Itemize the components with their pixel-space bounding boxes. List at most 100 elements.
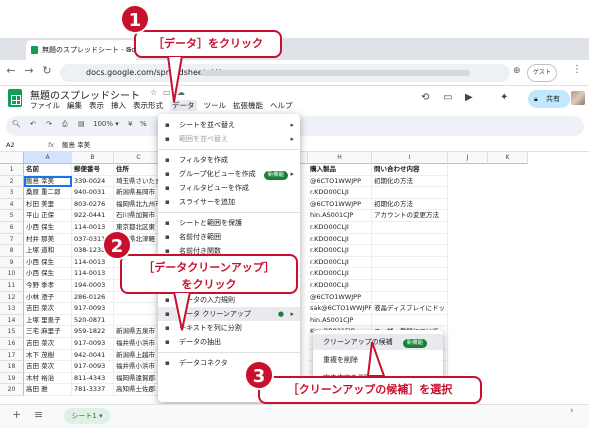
row-header[interactable]: 18 xyxy=(0,361,24,373)
column-header-B[interactable]: B xyxy=(72,152,114,164)
cell[interactable]: 803-0276 xyxy=(72,198,114,211)
cell[interactable]: 286-0126 xyxy=(72,291,114,304)
cell[interactable]: 購入製品 xyxy=(308,164,372,176)
data-menu-item[interactable]: ▪ フィルタを作成 xyxy=(158,153,300,167)
row-header[interactable]: 14 xyxy=(0,314,24,327)
cell[interactable]: 吉田 菜次 xyxy=(24,361,72,373)
data-menu-item[interactable]: ▪ データコネクタ xyxy=(158,356,300,370)
menu-9[interactable]: ヘルプ xyxy=(270,101,293,110)
forward-icon[interactable]: → xyxy=(22,64,36,77)
cell[interactable]: 922-0441 xyxy=(72,210,114,222)
cell[interactable]: 郵便番号 xyxy=(72,164,114,176)
cell[interactable]: hin.AS001CJP xyxy=(308,314,372,327)
name-box[interactable]: A2 xyxy=(6,138,15,152)
column-header-C[interactable]: C xyxy=(114,152,164,164)
cell[interactable]: 小西 保生 xyxy=(24,256,72,269)
guest-profile-button[interactable]: ゲスト xyxy=(527,64,557,82)
column-header-K[interactable]: K xyxy=(488,152,528,164)
sheets-logo-icon[interactable] xyxy=(8,89,22,107)
history-icon[interactable]: ⟲ xyxy=(421,92,429,103)
menu-2[interactable]: 編集 xyxy=(67,101,82,110)
search-menus-icon[interactable]: 🔍︎ xyxy=(12,120,21,128)
zoom-select[interactable]: 100% ▾ xyxy=(93,120,119,128)
cell[interactable]: 114-0013 xyxy=(72,268,114,280)
redo-icon[interactable]: ↷ xyxy=(46,120,52,128)
row-header[interactable]: 2 xyxy=(0,175,24,188)
row-header[interactable]: 7 xyxy=(0,233,24,246)
share-button[interactable]: 🔒︎ 共有 xyxy=(528,90,570,108)
menu-1[interactable]: ファイル xyxy=(30,101,60,110)
cell[interactable]: 今野 季孝 xyxy=(24,280,72,292)
cell[interactable]: r.KDO00CLJI xyxy=(308,187,372,199)
cell[interactable]: 917-0093 xyxy=(72,338,114,350)
browser-menu-icon[interactable]: ⋮ xyxy=(572,64,582,75)
cell[interactable]: @6CTO1WWJPP xyxy=(308,175,372,188)
meet-icon[interactable]: ▶ xyxy=(465,92,473,103)
cell[interactable]: 917-0093 xyxy=(72,303,114,315)
cell[interactable]: 917-0093 xyxy=(72,361,114,373)
cell[interactable]: 811-4343 xyxy=(72,372,114,385)
row-header[interactable]: 20 xyxy=(0,384,24,396)
cell[interactable] xyxy=(372,291,448,304)
row-header[interactable]: 16 xyxy=(0,338,24,350)
cell[interactable]: 小西 保生 xyxy=(24,222,72,234)
column-header-J[interactable]: J xyxy=(448,152,488,164)
cell[interactable]: @6CTO1WWJPP xyxy=(308,198,372,211)
cell[interactable]: 吉田 菜次 xyxy=(24,303,72,315)
cell[interactable]: 吉田 菜次 xyxy=(24,338,72,350)
cell[interactable]: 初期化の方法 xyxy=(372,198,448,211)
row-header[interactable]: 4 xyxy=(0,198,24,211)
menu-4[interactable]: 挿入 xyxy=(111,101,126,110)
cell[interactable]: 上塚 道和 xyxy=(24,245,72,257)
select-all-corner[interactable] xyxy=(0,152,24,164)
cell[interactable] xyxy=(372,314,448,327)
menu-3[interactable]: 表示 xyxy=(89,101,104,110)
currency-button[interactable]: ¥ xyxy=(128,120,132,128)
menu-7[interactable]: ツール xyxy=(204,101,227,110)
cell[interactable]: 問い合わせ内容 xyxy=(372,164,448,176)
cell[interactable]: 飯島 幸美 xyxy=(24,175,72,188)
paint-format-icon[interactable]: ▤ xyxy=(78,120,85,128)
cell[interactable]: 781-3337 xyxy=(72,384,114,396)
cell[interactable] xyxy=(372,280,448,292)
data-menu-item[interactable]: ▪ シートを並べ替え ▸ xyxy=(158,118,300,132)
cell[interactable]: sak@6CTO1WWJPP xyxy=(308,303,372,315)
cell[interactable] xyxy=(372,187,448,199)
cell[interactable]: 杉田 美里 xyxy=(24,198,72,211)
cell[interactable] xyxy=(372,222,448,234)
cell[interactable]: r.KDO00CLJI xyxy=(308,256,372,269)
percent-button[interactable]: % xyxy=(140,120,147,128)
data-menu-item[interactable]: ▪ グループ化ビューを作成 新機能 ▸ xyxy=(158,167,300,181)
cell[interactable]: 木下 茂樹 xyxy=(24,349,72,362)
gemini-icon[interactable]: ✦ xyxy=(500,92,508,103)
row-header[interactable]: 5 xyxy=(0,210,24,222)
cell[interactable]: 942-0041 xyxy=(72,349,114,362)
cell[interactable]: 初期化の方法 xyxy=(372,175,448,188)
cell[interactable]: 小林 澄子 xyxy=(24,291,72,304)
data-menu-item[interactable]: ▪ スライサーを追加 xyxy=(158,195,300,209)
reload-icon[interactable]: ↻ xyxy=(40,64,54,77)
side-panel-toggle-icon[interactable]: › xyxy=(570,406,574,416)
cell[interactable]: r.KDO00CLJI xyxy=(308,245,372,257)
cell[interactable]: 小西 保生 xyxy=(24,268,72,280)
close-tab-icon[interactable]: × xyxy=(125,40,132,60)
row-header[interactable]: 6 xyxy=(0,222,24,234)
cell[interactable]: 平山 正保 xyxy=(24,210,72,222)
cell[interactable]: 桑原 重二郎 xyxy=(24,187,72,199)
column-header-A[interactable]: A xyxy=(24,152,72,164)
cell[interactable]: hin.AS001CJP xyxy=(308,210,372,222)
back-icon[interactable]: ← xyxy=(4,64,18,77)
cell[interactable] xyxy=(372,268,448,280)
cell[interactable]: 三宅 麻里子 xyxy=(24,326,72,338)
column-header-H[interactable]: H xyxy=(308,152,372,164)
star-icon[interactable]: ☆ xyxy=(150,88,157,97)
cell[interactable]: 339-0024 xyxy=(72,175,114,188)
cell[interactable]: r.KDO00CLJI xyxy=(308,222,372,234)
all-sheets-icon[interactable]: ≡ xyxy=(34,408,43,421)
cell[interactable]: r.KDO00CLJI xyxy=(308,280,372,292)
row-header[interactable]: 11 xyxy=(0,280,24,292)
cell[interactable] xyxy=(372,245,448,257)
row-header[interactable]: 3 xyxy=(0,187,24,199)
menu-8[interactable]: 拡張機能 xyxy=(233,101,263,110)
column-header-I[interactable]: I xyxy=(372,152,448,164)
